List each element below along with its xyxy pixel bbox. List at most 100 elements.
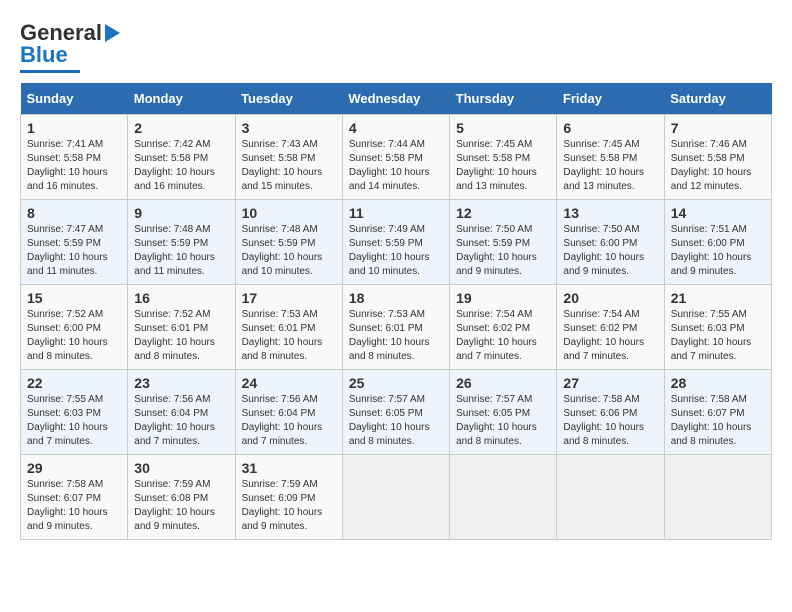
day-info: Sunrise: 7:54 AM Sunset: 6:02 PM Dayligh… xyxy=(563,308,657,364)
page-header: General Blue xyxy=(20,20,772,73)
logo-underline xyxy=(20,70,80,73)
day-number: 30 xyxy=(134,460,228,476)
day-number: 24 xyxy=(242,375,336,391)
calendar-week-row: 22Sunrise: 7:55 AM Sunset: 6:03 PM Dayli… xyxy=(21,370,772,455)
day-number: 20 xyxy=(563,290,657,306)
day-info: Sunrise: 7:56 AM Sunset: 6:04 PM Dayligh… xyxy=(242,393,336,449)
day-info: Sunrise: 7:52 AM Sunset: 6:01 PM Dayligh… xyxy=(134,308,228,364)
day-info: Sunrise: 7:49 AM Sunset: 5:59 PM Dayligh… xyxy=(349,223,443,279)
day-info: Sunrise: 7:58 AM Sunset: 6:07 PM Dayligh… xyxy=(671,393,765,449)
day-info: Sunrise: 7:43 AM Sunset: 5:58 PM Dayligh… xyxy=(242,138,336,194)
day-number: 16 xyxy=(134,290,228,306)
day-number: 5 xyxy=(456,120,550,136)
day-info: Sunrise: 7:54 AM Sunset: 6:02 PM Dayligh… xyxy=(456,308,550,364)
logo-arrow-icon xyxy=(105,24,120,42)
day-info: Sunrise: 7:52 AM Sunset: 6:00 PM Dayligh… xyxy=(27,308,121,364)
calendar-cell: 1 Sunrise: 7:41 AM Sunset: 5:58 PM Daylig… xyxy=(21,115,128,200)
calendar-cell: 15 Sunrise: 7:52 AM Sunset: 6:00 PM Dayli… xyxy=(21,285,128,370)
day-number: 8 xyxy=(27,205,121,221)
calendar-cell: 8 Sunrise: 7:47 AM Sunset: 5:59 PM Daylig… xyxy=(21,200,128,285)
calendar-cell: 21Sunrise: 7:55 AM Sunset: 6:03 PM Dayli… xyxy=(664,285,771,370)
day-number: 28 xyxy=(671,375,765,391)
calendar-cell: 23 Sunrise: 7:56 AM Sunset: 6:04 PM Dayli… xyxy=(128,370,235,455)
day-info: Sunrise: 7:57 AM Sunset: 6:05 PM Dayligh… xyxy=(349,393,443,449)
weekday-header-row: SundayMondayTuesdayWednesdayThursdayFrid… xyxy=(21,83,772,115)
day-info: Sunrise: 7:55 AM Sunset: 6:03 PM Dayligh… xyxy=(671,308,765,364)
day-number: 4 xyxy=(349,120,443,136)
calendar-cell: 10 Sunrise: 7:48 AM Sunset: 5:59 PM Dayli… xyxy=(235,200,342,285)
calendar-cell: 24 Sunrise: 7:56 AM Sunset: 6:04 PM Dayli… xyxy=(235,370,342,455)
calendar-cell: 30Sunrise: 7:59 AM Sunset: 6:08 PM Dayli… xyxy=(128,455,235,540)
weekday-header-monday: Monday xyxy=(128,83,235,115)
day-number: 11 xyxy=(349,205,443,221)
day-number: 17 xyxy=(242,290,336,306)
calendar-cell xyxy=(342,455,449,540)
day-number: 25 xyxy=(349,375,443,391)
calendar-cell: 17 Sunrise: 7:53 AM Sunset: 6:01 PM Dayli… xyxy=(235,285,342,370)
day-number: 18 xyxy=(349,290,443,306)
day-number: 1 xyxy=(27,120,121,136)
calendar-cell: 11 Sunrise: 7:49 AM Sunset: 5:59 PM Dayli… xyxy=(342,200,449,285)
calendar-body: 1 Sunrise: 7:41 AM Sunset: 5:58 PM Daylig… xyxy=(21,115,772,540)
weekday-header-saturday: Saturday xyxy=(664,83,771,115)
calendar-week-row: 15 Sunrise: 7:52 AM Sunset: 6:00 PM Dayli… xyxy=(21,285,772,370)
day-number: 15 xyxy=(27,290,121,306)
weekday-header-wednesday: Wednesday xyxy=(342,83,449,115)
calendar-cell: 22Sunrise: 7:55 AM Sunset: 6:03 PM Dayli… xyxy=(21,370,128,455)
day-info: Sunrise: 7:41 AM Sunset: 5:58 PM Dayligh… xyxy=(27,138,121,194)
day-info: Sunrise: 7:44 AM Sunset: 5:58 PM Dayligh… xyxy=(349,138,443,194)
day-info: Sunrise: 7:56 AM Sunset: 6:04 PM Dayligh… xyxy=(134,393,228,449)
calendar-cell: 9Sunrise: 7:48 AM Sunset: 5:59 PM Daylig… xyxy=(128,200,235,285)
calendar-cell: 5 Sunrise: 7:45 AM Sunset: 5:58 PM Daylig… xyxy=(450,115,557,200)
day-number: 14 xyxy=(671,205,765,221)
day-number: 26 xyxy=(456,375,550,391)
logo-text-blue: Blue xyxy=(20,42,68,68)
day-number: 22 xyxy=(27,375,121,391)
calendar-cell xyxy=(557,455,664,540)
calendar-cell: 16 Sunrise: 7:52 AM Sunset: 6:01 PM Dayli… xyxy=(128,285,235,370)
day-info: Sunrise: 7:51 AM Sunset: 6:00 PM Dayligh… xyxy=(671,223,765,279)
weekday-header-sunday: Sunday xyxy=(21,83,128,115)
calendar-week-row: 29 Sunrise: 7:58 AM Sunset: 6:07 PM Dayli… xyxy=(21,455,772,540)
calendar-cell: 3Sunrise: 7:43 AM Sunset: 5:58 PM Daylig… xyxy=(235,115,342,200)
calendar-table: SundayMondayTuesdayWednesdayThursdayFrid… xyxy=(20,83,772,540)
calendar-cell: 18 Sunrise: 7:53 AM Sunset: 6:01 PM Dayli… xyxy=(342,285,449,370)
day-number: 7 xyxy=(671,120,765,136)
day-number: 19 xyxy=(456,290,550,306)
day-number: 29 xyxy=(27,460,121,476)
weekday-header-friday: Friday xyxy=(557,83,664,115)
day-info: Sunrise: 7:46 AM Sunset: 5:58 PM Dayligh… xyxy=(671,138,765,194)
calendar-cell: 29 Sunrise: 7:58 AM Sunset: 6:07 PM Dayli… xyxy=(21,455,128,540)
calendar-week-row: 1 Sunrise: 7:41 AM Sunset: 5:58 PM Daylig… xyxy=(21,115,772,200)
weekday-header-tuesday: Tuesday xyxy=(235,83,342,115)
calendar-cell: 12 Sunrise: 7:50 AM Sunset: 5:59 PM Dayli… xyxy=(450,200,557,285)
day-info: Sunrise: 7:53 AM Sunset: 6:01 PM Dayligh… xyxy=(242,308,336,364)
calendar-week-row: 8 Sunrise: 7:47 AM Sunset: 5:59 PM Daylig… xyxy=(21,200,772,285)
day-info: Sunrise: 7:50 AM Sunset: 6:00 PM Dayligh… xyxy=(563,223,657,279)
day-number: 13 xyxy=(563,205,657,221)
weekday-header-thursday: Thursday xyxy=(450,83,557,115)
day-info: Sunrise: 7:47 AM Sunset: 5:59 PM Dayligh… xyxy=(27,223,121,279)
day-number: 2 xyxy=(134,120,228,136)
day-info: Sunrise: 7:42 AM Sunset: 5:58 PM Dayligh… xyxy=(134,138,228,194)
day-number: 23 xyxy=(134,375,228,391)
calendar-cell: 13 Sunrise: 7:50 AM Sunset: 6:00 PM Dayli… xyxy=(557,200,664,285)
day-info: Sunrise: 7:59 AM Sunset: 6:09 PM Dayligh… xyxy=(242,478,336,534)
day-info: Sunrise: 7:45 AM Sunset: 5:58 PM Dayligh… xyxy=(456,138,550,194)
calendar-cell xyxy=(450,455,557,540)
calendar-cell: 6Sunrise: 7:45 AM Sunset: 5:58 PM Daylig… xyxy=(557,115,664,200)
calendar-cell: 26 Sunrise: 7:57 AM Sunset: 6:05 PM Dayli… xyxy=(450,370,557,455)
day-info: Sunrise: 7:48 AM Sunset: 5:59 PM Dayligh… xyxy=(242,223,336,279)
day-number: 12 xyxy=(456,205,550,221)
calendar-cell: 27Sunrise: 7:58 AM Sunset: 6:06 PM Dayli… xyxy=(557,370,664,455)
calendar-cell: 28 Sunrise: 7:58 AM Sunset: 6:07 PM Dayli… xyxy=(664,370,771,455)
day-info: Sunrise: 7:50 AM Sunset: 5:59 PM Dayligh… xyxy=(456,223,550,279)
calendar-cell: 31Sunrise: 7:59 AM Sunset: 6:09 PM Dayli… xyxy=(235,455,342,540)
day-info: Sunrise: 7:53 AM Sunset: 6:01 PM Dayligh… xyxy=(349,308,443,364)
calendar-cell: 20 Sunrise: 7:54 AM Sunset: 6:02 PM Dayli… xyxy=(557,285,664,370)
day-number: 10 xyxy=(242,205,336,221)
day-info: Sunrise: 7:58 AM Sunset: 6:07 PM Dayligh… xyxy=(27,478,121,534)
day-info: Sunrise: 7:57 AM Sunset: 6:05 PM Dayligh… xyxy=(456,393,550,449)
calendar-header: SundayMondayTuesdayWednesdayThursdayFrid… xyxy=(21,83,772,115)
day-number: 9 xyxy=(134,205,228,221)
